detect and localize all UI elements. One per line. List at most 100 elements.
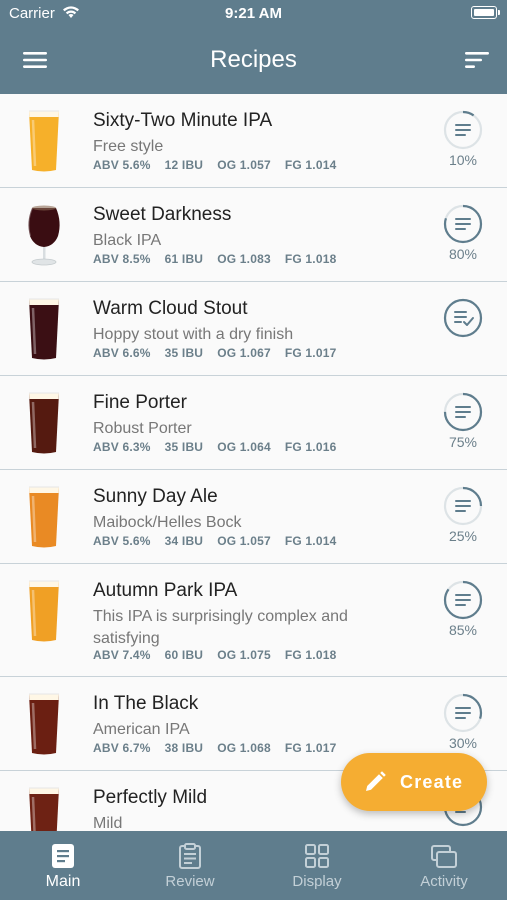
cards-icon [431, 845, 457, 868]
progress-percent: 85% [448, 622, 478, 638]
stat-ibu: 61 IBU [164, 252, 204, 266]
document-icon [52, 844, 74, 868]
recipe-progress[interactable]: 25% [440, 486, 486, 546]
pint-glass-icon [29, 580, 59, 642]
progress-ring-icon [443, 204, 483, 244]
progress-percent: 75% [448, 434, 478, 450]
app-header: Recipes [0, 28, 507, 94]
recipe-row[interactable]: Sweet Darkness Black IPA ABV 8.5% 61 IBU OG … [0, 188, 507, 282]
stat-abv: ABV 6.3% [93, 440, 151, 454]
recipe-row[interactable]: Sunny Day Ale Maibock/Helles Bock ABV 5.6%… [0, 470, 507, 564]
stat-ibu: 35 IBU [164, 440, 204, 454]
recipe-stats: ABV 5.6% 34 IBU OG 1.057 FG 1.014 [93, 534, 350, 548]
recipe-progress[interactable]: 75% [440, 392, 486, 452]
stat-og: OG 1.057 [217, 158, 271, 172]
stat-ibu: 12 IBU [164, 158, 204, 172]
recipe-stats: ABV 5.6% 12 IBU OG 1.057 FG 1.014 [93, 158, 350, 172]
recipe-progress[interactable] [440, 298, 486, 358]
recipe-style: This IPA is surprisingly complex and sat… [93, 608, 348, 647]
stat-og: OG 1.075 [217, 648, 271, 662]
recipe-name: Perfectly Mild [93, 787, 208, 808]
stat-og: OG 1.068 [217, 741, 271, 755]
stat-fg: FG 1.017 [284, 741, 337, 755]
stat-abv: ABV 7.4% [93, 648, 151, 662]
recipe-name: Warm Cloud Stout [93, 298, 248, 319]
stat-abv: ABV 5.6% [93, 534, 151, 548]
tab-review-label: Review [165, 873, 215, 890]
stat-og: OG 1.064 [217, 440, 271, 454]
stat-og: OG 1.067 [217, 346, 271, 360]
progress-percent: 30% [448, 735, 478, 751]
stat-ibu: 38 IBU [164, 741, 204, 755]
progress-percent: 10% [448, 152, 478, 168]
recipe-name: Sweet Darkness [93, 204, 232, 225]
recipe-name: Sunny Day Ale [93, 486, 218, 507]
pencil-icon [366, 771, 386, 791]
recipe-stats: ABV 6.6% 35 IBU OG 1.067 FG 1.017 [93, 346, 350, 360]
recipe-name: Sixty-Two Minute IPA [93, 110, 273, 131]
tab-activity[interactable]: Activity [381, 831, 507, 900]
tab-display-label: Display [292, 873, 342, 890]
stat-fg: FG 1.017 [284, 346, 337, 360]
pint-glass-icon [29, 486, 59, 548]
pint-glass-icon [29, 693, 59, 755]
recipe-style: American IPA [93, 721, 190, 738]
recipe-stats: ABV 8.5% 61 IBU OG 1.083 FG 1.018 [93, 252, 350, 266]
stat-ibu: 34 IBU [164, 534, 204, 548]
pint-glass-icon [29, 392, 59, 454]
recipe-name: Autumn Park IPA [93, 580, 238, 601]
recipe-progress[interactable]: 80% [440, 204, 486, 264]
page-title: Recipes [210, 46, 297, 73]
recipe-list[interactable]: Sixty-Two Minute IPA Free style ABV 5.6% 12… [0, 94, 507, 831]
recipe-stats: ABV 7.4% 60 IBU OG 1.075 FG 1.018 [93, 648, 350, 662]
create-button-label: Create [400, 772, 464, 792]
recipe-style: Black IPA [93, 232, 162, 249]
recipe-style: Free style [93, 138, 164, 155]
recipe-row[interactable]: Sixty-Two Minute IPA Free style ABV 5.6% 12… [0, 94, 507, 188]
progress-ring-icon [443, 486, 483, 526]
stat-fg: FG 1.018 [284, 648, 337, 662]
clock: 9:21 AM [225, 5, 282, 22]
battery-icon [471, 6, 500, 19]
sort-icon[interactable] [465, 50, 489, 70]
recipe-row[interactable]: Fine Porter Robust Porter ABV 6.3% 35 IBU OG… [0, 376, 507, 470]
create-button[interactable]: Create [341, 753, 487, 811]
stat-ibu: 60 IBU [164, 648, 204, 662]
recipe-style: Robust Porter [93, 420, 192, 437]
stat-ibu: 35 IBU [164, 346, 204, 360]
stat-fg: FG 1.016 [284, 440, 337, 454]
tab-main[interactable]: Main [0, 831, 126, 900]
progress-ring-icon [443, 392, 483, 432]
recipe-progress[interactable]: 30% [440, 693, 486, 753]
recipe-style: Maibock/Helles Bock [93, 514, 242, 531]
stat-abv: ABV 6.6% [93, 346, 151, 360]
stat-fg: FG 1.018 [284, 252, 337, 266]
recipe-name: Fine Porter [93, 392, 187, 413]
clipboard-icon [179, 843, 201, 869]
tab-review[interactable]: Review [127, 831, 253, 900]
tab-main-label: Main [45, 873, 81, 890]
stat-fg: FG 1.014 [284, 158, 337, 172]
pint-glass-icon [29, 110, 59, 172]
pint-glass-icon [29, 787, 59, 831]
tab-display[interactable]: Display [254, 831, 380, 900]
tab-activity-label: Activity [420, 873, 468, 890]
recipe-row[interactable]: Autumn Park IPA This IPA is surprisingly … [0, 564, 507, 677]
bottom-nav: Main Review Display Activity [0, 831, 507, 900]
tulip-glass-icon [27, 205, 60, 266]
stat-abv: ABV 8.5% [93, 252, 151, 266]
progress-percent: 80% [448, 246, 478, 262]
stat-fg: FG 1.014 [284, 534, 337, 548]
stat-og: OG 1.083 [217, 252, 271, 266]
recipe-stats: ABV 6.3% 35 IBU OG 1.064 FG 1.016 [93, 440, 350, 454]
recipe-style: Hoppy stout with a dry finish [93, 326, 294, 343]
recipe-row[interactable]: Warm Cloud Stout Hoppy stout with a dry f… [0, 282, 507, 376]
progress-percent: 25% [448, 528, 478, 544]
progress-ring-icon [443, 693, 483, 733]
stat-abv: ABV 5.6% [93, 158, 151, 172]
grid-icon [305, 844, 329, 868]
recipe-progress[interactable]: 10% [440, 110, 486, 170]
recipe-progress[interactable]: 85% [440, 580, 486, 640]
pint-glass-icon [29, 298, 59, 360]
progress-ring-icon [443, 580, 483, 620]
